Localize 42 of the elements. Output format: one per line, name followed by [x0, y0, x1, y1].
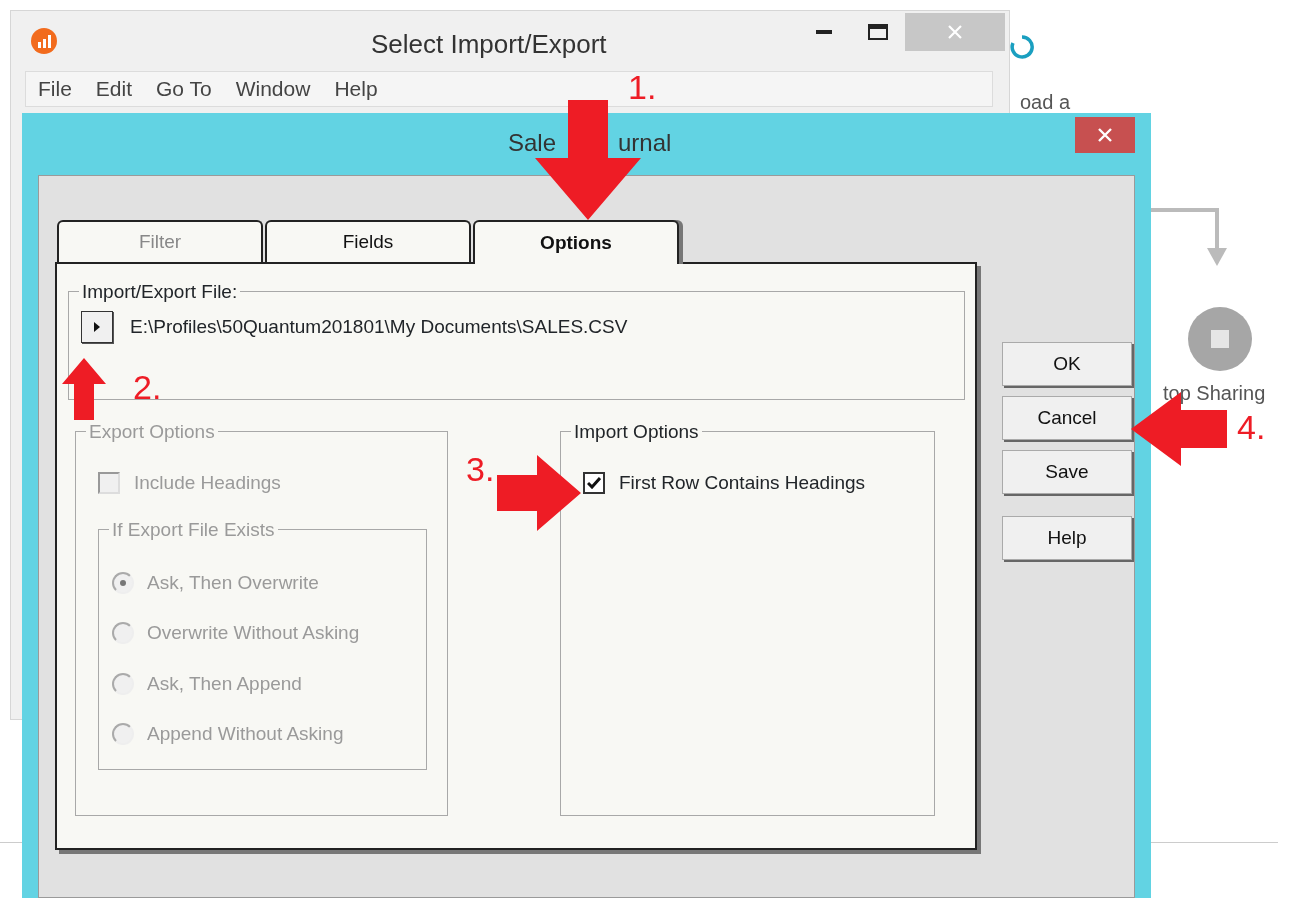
- dialog-button[interactable]: Save: [1002, 450, 1132, 494]
- ring-icon: [1010, 34, 1034, 62]
- close-icon: [948, 25, 962, 39]
- step-number: 4.: [1237, 410, 1266, 444]
- check-icon: [587, 477, 601, 490]
- close-icon: [1098, 128, 1112, 142]
- menu-item[interactable]: Edit: [83, 72, 145, 106]
- menu-item[interactable]: File: [26, 72, 84, 106]
- dialog-button[interactable]: Help: [1002, 516, 1132, 560]
- step-number: 2.: [133, 370, 162, 404]
- checkbox-label: First Row Contains Headings: [619, 471, 866, 495]
- step-number: 1.: [628, 70, 657, 104]
- expand-button[interactable]: [81, 311, 113, 343]
- group-label: Export Options: [88, 422, 216, 441]
- checkbox[interactable]: [583, 472, 605, 495]
- step-number: 3.: [466, 452, 495, 486]
- group-label: If Export File Exists: [111, 519, 276, 539]
- dialog-button[interactable]: Cancel: [1002, 396, 1132, 440]
- tab[interactable]: Fields: [265, 220, 471, 262]
- checkbox-label: Include Headings: [134, 471, 281, 495]
- menu-item[interactable]: Help: [322, 72, 390, 106]
- group-label: Import/Export File:: [81, 282, 239, 301]
- dialog-title: urnal: [618, 129, 672, 158]
- dialog-title: Sale: [508, 129, 557, 158]
- menu-item[interactable]: Go To: [144, 72, 224, 106]
- annotation-arrow: [62, 358, 106, 420]
- app-logo-icon: [30, 27, 58, 55]
- radio-label: Ask, Then Overwrite: [147, 570, 319, 595]
- caret-icon: [93, 322, 101, 332]
- maximize-icon: [868, 24, 888, 40]
- window-title: Select Import/Export: [371, 28, 607, 61]
- radio-label: Overwrite Without Asking: [147, 621, 360, 645]
- radio-label: Ask, Then Append: [147, 671, 302, 696]
- menu-item[interactable]: Window: [223, 72, 323, 106]
- close-button[interactable]: [1075, 117, 1135, 153]
- stop-icon: [1187, 306, 1253, 372]
- dialog-button[interactable]: OK: [1002, 342, 1132, 386]
- group-label: Import Options: [573, 422, 700, 441]
- minimize-icon: [816, 30, 832, 34]
- radio-label: Append Without Asking: [147, 722, 344, 746]
- file-path: E:\Profiles\50Quantum201801\My Documents\SALES.CSV: [130, 314, 628, 339]
- background-text: oad a: [1020, 92, 1071, 112]
